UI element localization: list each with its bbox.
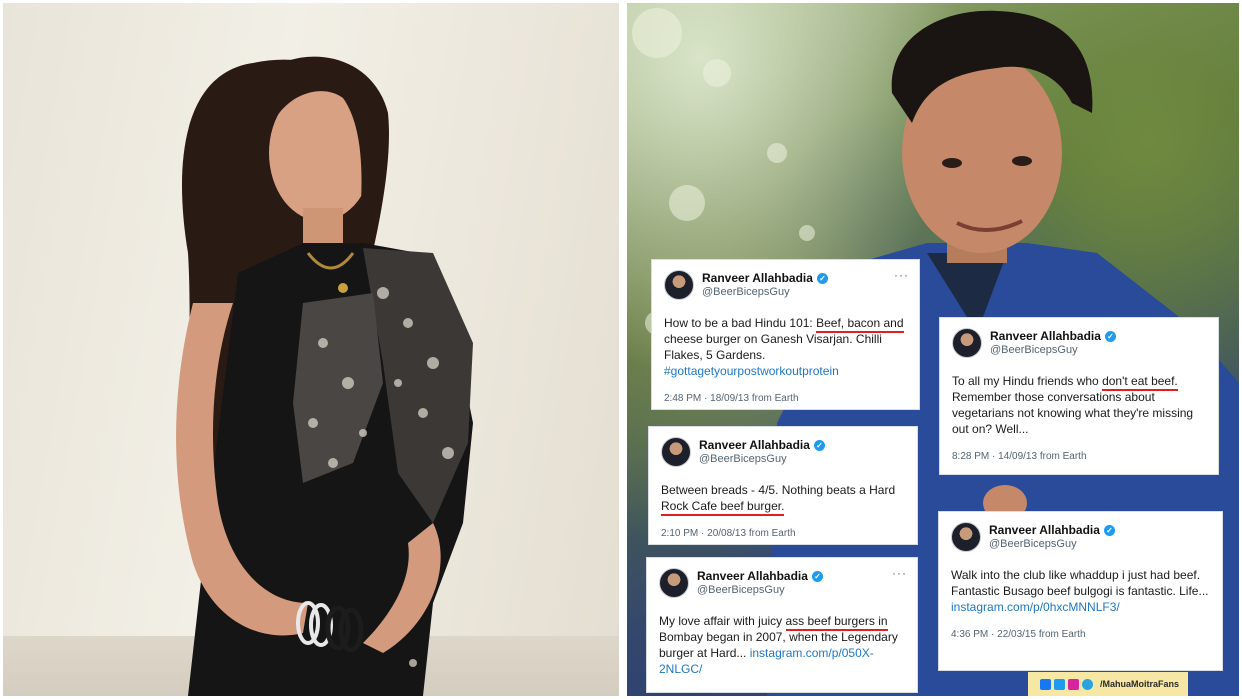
woman-figure	[176, 56, 473, 696]
tweet-timestamp: 2:48 PM · 18/09/13 from Earth	[664, 393, 799, 404]
tweet-card: Ranveer Allahbadia ✓ @BeerBicepsGuy Betwe…	[648, 426, 918, 545]
tweet-text-part: To all my Hindu friends who	[952, 374, 1103, 388]
tweet-author-name: Ranveer Allahbadia	[702, 271, 813, 285]
tweet-text-part: Walk into the club like whaddup i just h…	[951, 568, 1209, 598]
avatar	[659, 568, 689, 598]
tweet-text-part: My love affair with juicy	[659, 614, 786, 628]
woman-portrait-photo	[3, 3, 619, 696]
avatar	[952, 328, 982, 358]
tweet-handle: @BeerBicepsGuy	[702, 286, 790, 298]
more-options-icon: ···	[894, 268, 909, 282]
verified-badge-icon: ✓	[816, 272, 828, 284]
twitter-icon	[1054, 678, 1065, 690]
tweet-text-part: Remember those conversations about veget…	[952, 390, 1194, 436]
tweet-text-part: How to be a bad Hindu 101:	[664, 316, 817, 330]
verified-badge-icon: ✓	[813, 439, 825, 451]
tweet-text: My love affair with juicy ass beef burge…	[659, 613, 905, 677]
tweet-handle: @BeerBicepsGuy	[989, 538, 1077, 550]
highlighted-phrase: Beef, bacon and	[816, 316, 904, 333]
tweet-author-name: Ranveer Allahbadia	[699, 438, 810, 452]
avatar	[951, 522, 981, 552]
tweet-author-name: Ranveer Allahbadia	[697, 569, 808, 583]
tweet-author-name: Ranveer Allahbadia	[989, 523, 1100, 537]
tweet-card: Ranveer Allahbadia ✓ @BeerBicepsGuy To al…	[939, 317, 1219, 475]
instagram-link[interactable]: instagram.com/p/0hxcMNNLF3/	[951, 600, 1120, 614]
highlighted-phrase: Rock Cafe beef burger.	[661, 499, 785, 516]
facebook-icon	[1040, 678, 1051, 690]
hashtag: #gottagetyourpostworkoutprotein	[664, 364, 839, 378]
tweet-text-part: Between breads - 4/5. Nothing beats a Ha…	[661, 483, 896, 497]
verified-badge-icon: ✓	[811, 570, 823, 582]
tweet-handle: @BeerBicepsGuy	[697, 584, 785, 596]
tweet-timestamp: 4:36 PM · 22/03/15 from Earth	[951, 629, 1086, 640]
watermark-text: /MahuaMoitraFans	[1100, 679, 1180, 689]
verified-badge-icon: ✓	[1103, 524, 1115, 536]
highlighted-phrase: ass beef burgers in	[785, 614, 888, 631]
tweet-text: Between breads - 4/5. Nothing beats a Ha…	[661, 482, 905, 516]
avatar	[661, 437, 691, 467]
tweet-text: To all my Hindu friends who don't eat be…	[952, 373, 1206, 437]
tweet-timestamp: 8:28 PM · 14/09/13 from Earth	[952, 451, 1087, 462]
telegram-icon	[1082, 678, 1093, 690]
verified-badge-icon: ✓	[1104, 330, 1116, 342]
tweet-card: Ranveer Allahbadia ✓ @BeerBicepsGuy Walk …	[938, 511, 1223, 671]
tweet-handle: @BeerBicepsGuy	[699, 453, 787, 465]
highlighted-phrase: don't eat beef.	[1102, 374, 1178, 391]
tweet-text-part: cheese burger on Ganesh Visarjan. Chilli…	[664, 332, 882, 362]
tweet-author-name: Ranveer Allahbadia	[990, 329, 1101, 343]
tweet-handle: @BeerBicepsGuy	[990, 344, 1078, 356]
tweet-card: Ranveer Allahbadia ✓ @BeerBicepsGuy ··· M…	[646, 557, 918, 693]
watermark-strip: /MahuaMoitraFans	[1028, 672, 1188, 696]
tweet-text: How to be a bad Hindu 101: Beef, bacon a…	[664, 315, 907, 379]
more-options-icon: ···	[892, 566, 907, 580]
avatar	[664, 270, 694, 300]
tweet-text: Walk into the club like whaddup i just h…	[951, 567, 1210, 615]
tweet-timestamp: 2:10 PM · 20/08/13 from Earth	[661, 528, 796, 539]
tweet-card: Ranveer Allahbadia ✓ @BeerBicepsGuy ··· H…	[651, 259, 920, 410]
instagram-icon	[1068, 678, 1079, 690]
